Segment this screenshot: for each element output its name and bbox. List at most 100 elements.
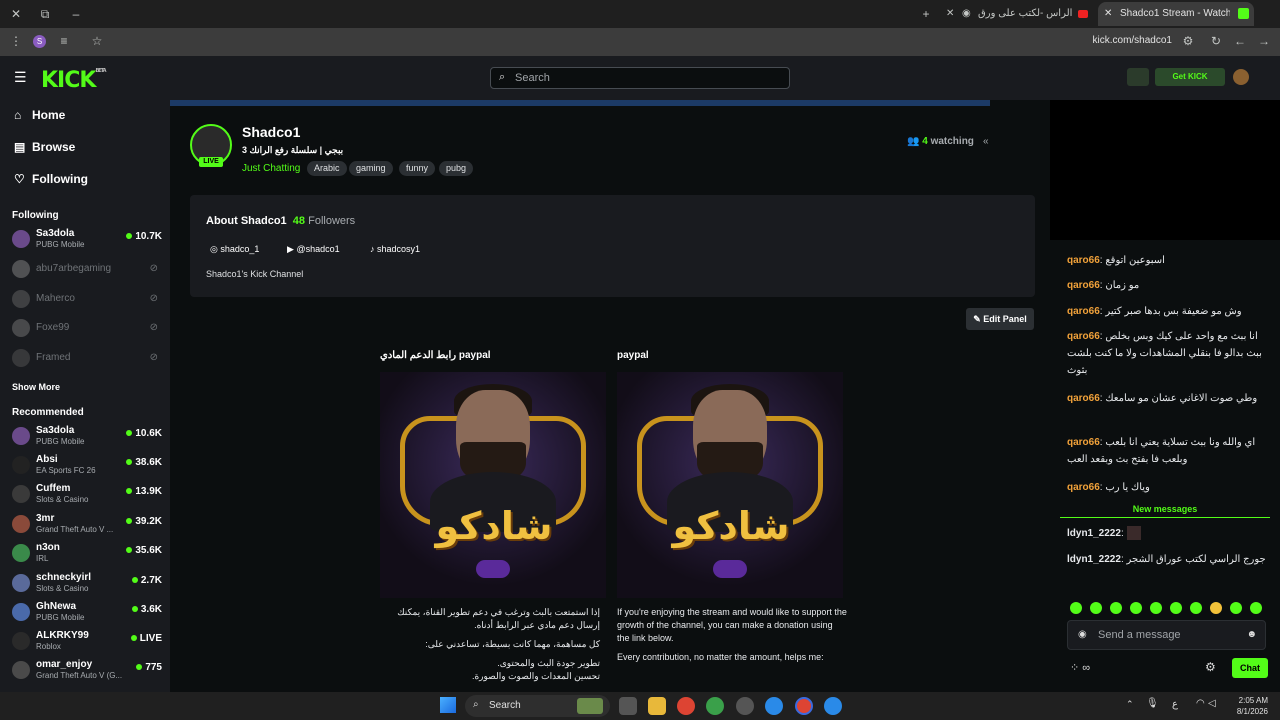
app-icon[interactable] (736, 697, 754, 715)
profile-avatar[interactable]: S (33, 35, 46, 48)
reload-icon[interactable]: ↻ (1208, 34, 1224, 48)
instagram-link[interactable]: ◎ shadco_1 (210, 244, 259, 255)
sidebar-channel[interactable]: Framed ⊘ (12, 345, 162, 371)
tiktok-link[interactable]: ♪ shadcosy1 (370, 244, 420, 254)
tag[interactable]: pubg (439, 161, 474, 176)
emote-icon[interactable] (1190, 602, 1202, 614)
channel-name[interactable]: Shadco1 (242, 124, 300, 140)
user-avatar[interactable] (1233, 69, 1249, 85)
sidebar-channel[interactable]: ALKRKY99 Roblox LIVE (12, 628, 162, 654)
sidebar-channel[interactable]: 3mr Grand Theft Auto V ... 39.2K (12, 511, 162, 537)
app-icon[interactable] (706, 697, 724, 715)
close-window-icon[interactable]: ✕ (8, 6, 24, 22)
avatar (12, 456, 30, 474)
tab-title: Shadco1 Stream - Watch Live o (1120, 8, 1230, 19)
video-player-edge[interactable] (170, 100, 990, 106)
close-tab-icon[interactable]: ✕ (1104, 2, 1112, 26)
emote-icon[interactable] (1090, 602, 1102, 614)
youtube-link[interactable]: ▶ @shadco1 (287, 244, 340, 255)
clock[interactable]: 2:05 AM 8/1/2026 (1222, 695, 1268, 717)
address-bar: ⋮ S ≡ ☆ kick.com/shadco1 ⚙ ↻ ← → (0, 28, 1280, 56)
forward-icon[interactable]: → (1256, 34, 1272, 48)
edit-panel-button[interactable]: ✎ Edit Panel (966, 308, 1034, 330)
taskbar-search[interactable]: ⌕ Search (465, 695, 610, 717)
rewards-icon[interactable] (1127, 68, 1149, 86)
new-messages-divider[interactable]: New messages (1060, 504, 1270, 518)
chat-badge-icon[interactable]: ◉ (1078, 629, 1087, 640)
collapse-chat-icon[interactable]: « (983, 136, 989, 147)
menu-dots-icon[interactable]: ⋮ (8, 34, 24, 48)
sidebar-channel[interactable]: schneckyirl Slots & Casino 2.7K (12, 570, 162, 596)
show-more-link[interactable]: Show More (12, 382, 60, 392)
tag[interactable]: Arabic (307, 161, 347, 176)
sidebar-channel[interactable]: Cuffem Slots & Casino 13.9K (12, 481, 162, 507)
panel-logo-text: شادكو (435, 504, 553, 548)
back-icon[interactable]: ← (1232, 34, 1248, 48)
language-indicator[interactable]: ع (1172, 699, 1178, 710)
sidebar-channel[interactable]: Foxe99 ⊘ (12, 315, 162, 341)
task-view-icon[interactable] (619, 697, 637, 715)
chrome-icon[interactable] (677, 697, 695, 715)
emoji-picker-icon[interactable]: ☻ (1246, 629, 1257, 640)
emote-icon[interactable] (1070, 602, 1082, 614)
panel-text: If you're enjoying the stream and would … (617, 607, 847, 662)
chat-send-button[interactable]: Chat (1232, 658, 1268, 678)
windows-start-icon[interactable] (440, 697, 456, 713)
sidebar-channel[interactable]: Sa3dola PUBG Mobile 10.6K (12, 423, 162, 449)
reply-icon[interactable]: ⁘ ∞ (1070, 661, 1090, 674)
avatar (12, 632, 30, 650)
kick-logo[interactable]: KICKBETA (41, 68, 107, 93)
hamburger-menu-icon[interactable]: ☰ (14, 69, 27, 86)
tab-lyrics[interactable]: ✕ ◉ جورج الراس -لكتب على ورق (942, 2, 1092, 26)
app-icon[interactable] (824, 697, 842, 715)
tag[interactable]: gaming (349, 161, 393, 176)
panel-image[interactable]: شادكو (617, 372, 843, 598)
url-text[interactable]: kick.com/shadco1 (1093, 35, 1172, 46)
emote-icon[interactable] (1150, 602, 1162, 614)
sidebar-channel[interactable]: abu7arbegaming ⊘ (12, 256, 162, 282)
restore-window-icon[interactable]: ⧉ (37, 6, 53, 22)
chat-message: qaro66: وياك يا رب (1067, 482, 1150, 493)
emote-icon[interactable] (1250, 602, 1262, 614)
search-icon: ⌕ (473, 699, 479, 710)
chat-message: qaro66: انا ببث مع واحد على كيك وبس بخلص… (1067, 331, 1262, 376)
nav-browse[interactable]: ▤ Browse (14, 140, 75, 160)
stream-category[interactable]: Just Chatting (242, 163, 300, 174)
minimize-window-icon[interactable]: – (68, 6, 84, 22)
sidebar-channel[interactable]: GhNewa PUBG Mobile 3.6K (12, 599, 162, 625)
file-explorer-icon[interactable] (648, 697, 666, 715)
panel-image[interactable]: شادكو (380, 372, 606, 598)
emote-icon[interactable] (1210, 602, 1222, 614)
volume-icon[interactable]: ◁ (1208, 698, 1216, 709)
gamepad-icon (476, 560, 510, 578)
app-icon[interactable] (765, 697, 783, 715)
sidebar-channel[interactable]: n3on IRL 35.6K (12, 540, 162, 566)
microphone-icon[interactable]: 🎙 (1146, 698, 1159, 709)
wifi-icon[interactable]: ◠ (1196, 698, 1205, 709)
new-tab-icon[interactable]: + (918, 6, 934, 22)
tray-chevron-icon[interactable]: ⌃ (1126, 699, 1134, 710)
avatar (12, 603, 30, 621)
nav-home[interactable]: ⌂ Home (14, 108, 65, 128)
sidebar-channel[interactable]: Absi EA Sports FC 26 38.6K (12, 452, 162, 478)
tag[interactable]: funny (399, 161, 436, 176)
emote-icon[interactable] (1130, 602, 1142, 614)
bookmark-star-icon[interactable]: ☆ (89, 34, 105, 48)
close-tab-icon[interactable]: ✕ (946, 2, 954, 26)
chat-input[interactable]: ◉ Send a message ☻ (1067, 620, 1266, 650)
get-kick-button[interactable]: Get KICK (1155, 68, 1225, 86)
sidebar-channel[interactable]: Maherco ⊘ (12, 286, 162, 312)
emote-icon[interactable] (1110, 602, 1122, 614)
emote-icon[interactable] (1170, 602, 1182, 614)
sidebar-channel[interactable]: omar_enjoy Grand Theft Auto V (G... 775 (12, 657, 162, 683)
browser-tab-strip: ✕ ⧉ – + ✕ ◉ جورج الراس -لكتب على ورق ✕ S… (0, 0, 1280, 28)
reading-list-icon[interactable]: ≡ (56, 34, 72, 48)
chat-settings-icon[interactable]: ⚙ (1205, 660, 1216, 674)
nav-following[interactable]: ♡ Following (14, 172, 88, 192)
site-settings-icon[interactable]: ⚙ (1180, 34, 1196, 48)
search-input[interactable]: ⌕ Search (490, 67, 790, 89)
emote-icon[interactable] (1230, 602, 1242, 614)
chrome-profile-icon[interactable] (795, 697, 813, 715)
tab-kick[interactable]: ✕ Shadco1 Stream - Watch Live o (1098, 2, 1254, 26)
sidebar-channel[interactable]: Sa3dola PUBG Mobile 10.7K (12, 226, 162, 252)
